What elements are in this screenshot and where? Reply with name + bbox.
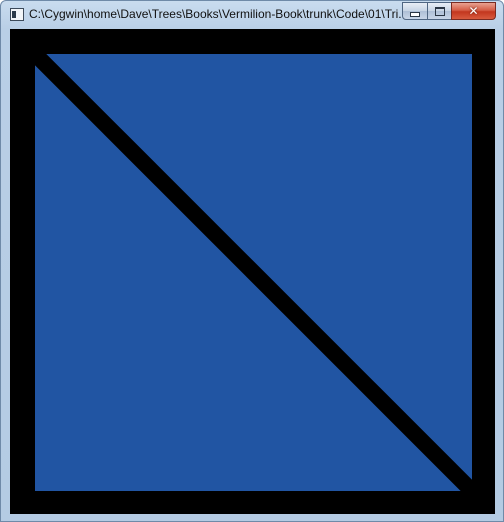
console-window-icon[interactable]: [10, 8, 24, 21]
maximize-icon: [434, 6, 445, 16]
window-title: C:\Cygwin\home\Dave\Trees\Books\Vermilio…: [29, 7, 401, 21]
minimize-icon: [410, 11, 420, 17]
app-window: C:\Cygwin\home\Dave\Trees\Books\Vermilio…: [0, 0, 504, 522]
maximize-button[interactable]: [427, 2, 452, 20]
close-icon: ✕: [468, 4, 479, 18]
title-bar[interactable]: C:\Cygwin\home\Dave\Trees\Books\Vermilio…: [1, 1, 503, 29]
minimize-button[interactable]: [402, 2, 428, 20]
render-canvas[interactable]: [10, 29, 495, 514]
render-surface: [10, 29, 495, 514]
close-button[interactable]: ✕: [451, 2, 496, 20]
